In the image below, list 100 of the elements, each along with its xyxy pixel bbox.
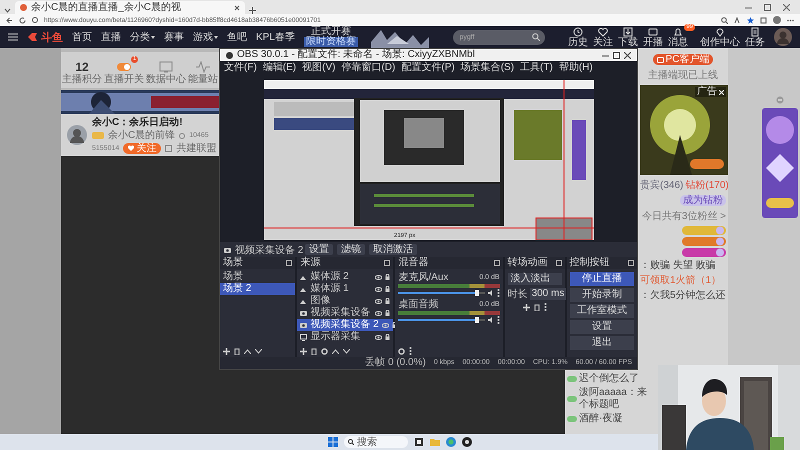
nav-link[interactable]: 赛事	[164, 30, 184, 44]
nav-link[interactable]: 首页	[72, 30, 92, 44]
source-item[interactable]: 视频采集设备	[297, 307, 394, 319]
search-icon[interactable]	[532, 33, 540, 41]
maximize-icon[interactable]	[764, 4, 771, 10]
eye-icon	[382, 322, 389, 328]
menu-item[interactable]: 停靠窗口(D)	[341, 62, 396, 74]
read-aloud-icon[interactable]	[734, 16, 741, 24]
start-icon[interactable]	[328, 437, 338, 447]
site-info-icon[interactable]	[32, 17, 38, 23]
collapse-icon[interactable]	[776, 96, 784, 104]
settings-icon[interactable]	[321, 348, 328, 354]
scene-item[interactable]: 场景	[220, 271, 296, 283]
scene-item[interactable]: 场景 2	[220, 283, 296, 295]
new-tab-icon[interactable]	[249, 7, 256, 14]
nav-link[interactable]: KPL春季	[256, 30, 295, 44]
client-button[interactable]: PC客户端	[652, 54, 714, 65]
source-item[interactable]: 图像	[297, 295, 394, 307]
avatar[interactable]	[774, 28, 792, 46]
delete-icon[interactable]	[234, 348, 240, 354]
nav-link[interactable]: 直播	[101, 30, 121, 44]
browser-tab[interactable]: 余小C晨的直播直播_余小C晨的视	[15, 1, 245, 14]
avatar	[67, 125, 87, 145]
caret-icon[interactable]	[4, 7, 11, 14]
header-action[interactable]: 任务	[745, 26, 765, 48]
menu-item[interactable]: 文件(F)	[224, 62, 257, 74]
settings-icon[interactable]	[398, 348, 406, 354]
header-action[interactable]: 下载	[618, 26, 638, 48]
zoom-icon[interactable]	[721, 16, 728, 24]
profile-icon[interactable]	[773, 16, 781, 24]
undock-icon[interactable]	[556, 260, 562, 266]
control-button[interactable]: 开始录制	[570, 288, 634, 302]
browser-icon[interactable]	[446, 437, 456, 447]
move-down-icon[interactable]	[255, 348, 262, 354]
add-icon[interactable]	[522, 304, 530, 310]
more-icon[interactable]	[496, 316, 500, 324]
more-icon[interactable]	[496, 289, 500, 297]
nav-link[interactable]: 分类	[130, 30, 155, 44]
source-action-button[interactable]: 设置	[305, 244, 333, 255]
menu-icon[interactable]	[8, 33, 18, 41]
delete-icon[interactable]	[311, 348, 318, 354]
maximize-icon[interactable]	[613, 52, 620, 58]
tool-button[interactable]: 12 主播积分	[62, 56, 102, 84]
menu-item[interactable]: 场景集合(S)	[460, 62, 514, 74]
control-button[interactable]: 设置	[570, 320, 634, 334]
chat-tab[interactable]: 贵宾(346)	[640, 178, 684, 192]
search-field[interactable]: 搜索	[344, 436, 408, 448]
move-up-icon[interactable]	[332, 348, 340, 354]
speaker-icon[interactable]	[488, 290, 494, 296]
menu-item[interactable]: 视图(V)	[302, 62, 336, 74]
eye-icon	[375, 334, 382, 340]
refresh-icon[interactable]	[19, 16, 26, 24]
close-icon[interactable]	[624, 52, 631, 58]
back-icon[interactable]	[6, 16, 13, 24]
tool-button[interactable]: 数据中心	[146, 56, 186, 84]
undock-icon[interactable]	[494, 260, 500, 266]
move-down-icon[interactable]	[343, 348, 350, 354]
source-item[interactable]: 视频采集设备 2	[297, 319, 394, 331]
header-action[interactable]: 开播	[643, 26, 663, 48]
source-item[interactable]: 媒体源 2	[297, 271, 394, 283]
star-icon[interactable]	[747, 16, 754, 24]
menu-item[interactable]: 配置文件(P)	[401, 62, 455, 74]
undock-icon[interactable]	[286, 260, 292, 266]
site-logo[interactable]: 斗鱼	[27, 30, 63, 44]
header-action[interactable]: 历史	[568, 26, 588, 48]
task-view-icon[interactable]	[414, 437, 424, 447]
more-icon[interactable]	[409, 347, 412, 355]
undock-icon[interactable]	[384, 260, 390, 266]
control-button[interactable]: 工作室模式	[570, 304, 634, 318]
add-icon[interactable]	[300, 348, 308, 354]
status-text: 丢帧 0 (0.0%)	[365, 357, 426, 369]
delete-icon[interactable]	[534, 304, 540, 310]
menu-item[interactable]: 帮助(H)	[558, 62, 593, 74]
app-icon[interactable]	[462, 437, 472, 447]
speaker-icon[interactable]	[488, 317, 494, 323]
close-icon[interactable]	[234, 4, 240, 10]
move-up-icon[interactable]	[244, 348, 251, 354]
chat-message: ：败骗 失望 败骗	[640, 260, 717, 272]
source-action-button[interactable]: 取消激活	[369, 244, 417, 255]
more-icon[interactable]	[544, 303, 547, 311]
nav-link[interactable]: 鱼吧	[227, 30, 247, 44]
undock-icon[interactable]	[628, 260, 634, 266]
source-action-button[interactable]: 滤镜	[337, 244, 365, 255]
menu-item[interactable]: 工具(T)	[520, 62, 553, 74]
alliance-link[interactable]: 共建联盟	[176, 142, 216, 154]
user-level-icon	[567, 396, 577, 402]
source-item[interactable]: 显示器采集	[297, 331, 394, 343]
source-item[interactable]: 媒体源 1	[297, 283, 394, 295]
control-button[interactable]: 停止直播	[570, 272, 634, 286]
menu-item[interactable]: 编辑(E)	[262, 62, 296, 74]
control-button[interactable]: 退出	[570, 336, 634, 350]
join-button[interactable]: 成为钻粉	[680, 195, 726, 206]
header-action[interactable]: 关注	[593, 26, 613, 48]
fan-badge-icon	[682, 237, 726, 246]
transition-select[interactable]: 淡入淡出	[508, 273, 562, 285]
nav-link[interactable]: 游戏	[193, 30, 218, 44]
add-icon[interactable]	[223, 348, 230, 354]
tool-button[interactable]: 能量站	[188, 56, 218, 84]
header-action[interactable]: 创作中心	[700, 26, 740, 48]
duration-field[interactable]: 300 ms	[530, 288, 566, 300]
